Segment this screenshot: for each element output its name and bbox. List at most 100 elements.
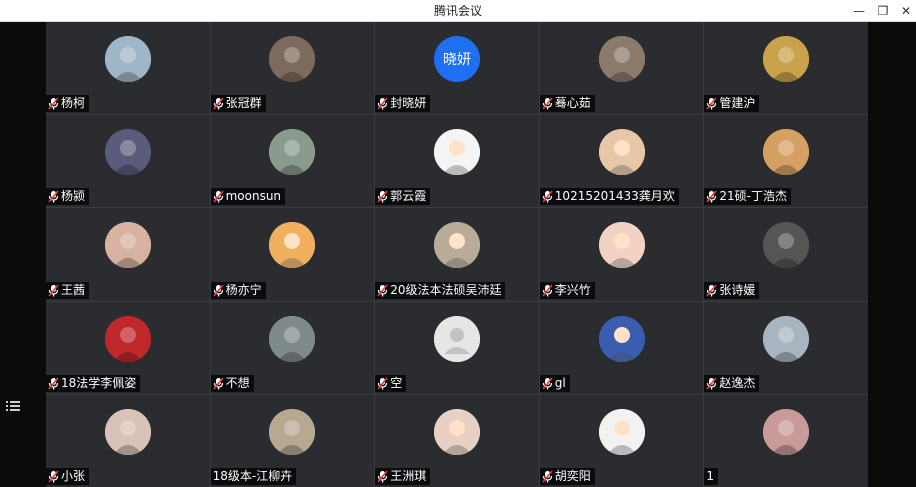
- participant-avatar: [269, 129, 316, 176]
- participant-tile[interactable]: 李兴竹: [539, 208, 704, 301]
- participant-avatar: [763, 408, 810, 455]
- participant-name-bar: 蓦心茹: [539, 95, 595, 113]
- left-panel: [0, 22, 46, 487]
- participant-name-bar: gl: [539, 374, 570, 392]
- participant-tile[interactable]: 张冠群: [210, 22, 375, 115]
- participant-tile[interactable]: 王茜: [46, 208, 210, 301]
- participant-avatar: 晓妍: [433, 36, 480, 82]
- participant-tile[interactable]: 管建沪: [704, 22, 868, 115]
- mic-muted-icon: [48, 284, 59, 297]
- participant-tile[interactable]: 空: [375, 301, 539, 394]
- participant-avatar: [598, 408, 645, 455]
- participant-name-bar: 张冠群: [210, 95, 266, 113]
- participant-name: 王洲琪: [390, 468, 427, 483]
- participant-avatar: [104, 315, 151, 362]
- participant-tile[interactable]: 1: [704, 394, 868, 487]
- participant-name-bar: 不想: [210, 374, 254, 392]
- participant-name: 蓦心茹: [554, 96, 591, 111]
- participant-tile[interactable]: 张诗媛: [704, 208, 868, 301]
- participant-name: 21硕-丁浩杰: [719, 189, 787, 204]
- mic-muted-icon: [377, 470, 388, 483]
- minimize-button[interactable]: —: [846, 0, 872, 22]
- mic-muted-icon: [542, 97, 553, 110]
- participant-avatar: [763, 315, 810, 362]
- participant-tile[interactable]: 18法学李佩姿: [46, 301, 210, 394]
- participant-tile[interactable]: 杨柯: [46, 22, 210, 115]
- participant-name: 郭云霞: [390, 189, 427, 204]
- participant-tile[interactable]: 杨颍: [46, 115, 210, 208]
- mic-muted-icon: [212, 97, 224, 110]
- participant-name: 杨颍: [61, 189, 86, 204]
- participant-avatar: [433, 408, 480, 455]
- participant-avatar: [104, 408, 151, 455]
- participant-avatar: [598, 222, 645, 269]
- mic-muted-icon: [212, 377, 224, 390]
- participant-name-bar: 封晓妍: [375, 95, 431, 113]
- participant-tile[interactable]: 晓妍 封晓妍: [375, 22, 539, 115]
- participant-name-bar: 杨柯: [46, 95, 90, 113]
- participant-tile[interactable]: 郭云霞: [375, 115, 539, 208]
- participant-avatar: [763, 222, 810, 269]
- participant-tile[interactable]: 杨亦宁: [210, 208, 375, 301]
- participant-tile[interactable]: moonsun: [210, 115, 375, 208]
- mic-muted-icon: [542, 190, 553, 203]
- participant-name-bar: 10215201433龚月欢: [539, 188, 679, 206]
- participant-grid: 杨柯 张冠群 晓妍 封晓妍 蓦心茹 管建沪 杨颍 moonsun 郭云霞 10215201433龚…: [46, 22, 868, 487]
- participant-tile[interactable]: 21硕-丁浩杰: [704, 115, 868, 208]
- list-icon[interactable]: [6, 399, 20, 413]
- participant-avatar: [104, 222, 151, 269]
- participant-name-bar: 郭云霞: [375, 188, 431, 206]
- participant-name: 张诗媛: [719, 282, 756, 297]
- participant-name: 李兴竹: [554, 282, 591, 297]
- mic-muted-icon: [706, 284, 718, 297]
- participant-tile[interactable]: 赵逸杰: [704, 301, 868, 394]
- participant-tile[interactable]: 18级本-江柳卉: [210, 394, 375, 487]
- participant-name-bar: 20级法本法硕吴沛廷: [375, 281, 506, 299]
- participant-tile[interactable]: 20级法本法硕吴沛廷: [375, 208, 539, 301]
- participant-name-bar: moonsun: [210, 188, 286, 206]
- participant-avatar: [763, 36, 810, 82]
- participant-name-bar: 18级本-江柳卉: [210, 467, 297, 485]
- participant-tile[interactable]: gl: [539, 301, 704, 394]
- participant-name: 空: [390, 375, 403, 390]
- participant-name-bar: 张诗媛: [704, 281, 760, 299]
- participant-name: 10215201433龚月欢: [554, 189, 675, 204]
- participant-name-bar: 李兴竹: [539, 281, 595, 299]
- participant-name: 管建沪: [719, 96, 756, 111]
- participant-name: 1: [706, 468, 715, 483]
- participant-avatar: [598, 315, 645, 362]
- mic-muted-icon: [212, 284, 224, 297]
- participant-name-bar: 小张: [46, 467, 90, 485]
- participant-name: 封晓妍: [390, 96, 427, 111]
- mic-muted-icon: [377, 284, 388, 297]
- participant-tile[interactable]: 小张: [46, 394, 210, 487]
- participant-avatar: [269, 315, 316, 362]
- participant-name: 18法学李佩姿: [61, 375, 137, 390]
- participant-name-bar: 杨颍: [46, 188, 90, 206]
- mic-muted-icon: [48, 470, 59, 483]
- participant-name-bar: 21硕-丁浩杰: [704, 188, 791, 206]
- participant-tile[interactable]: 不想: [210, 301, 375, 394]
- mic-muted-icon: [542, 284, 553, 297]
- participant-name: 张冠群: [225, 96, 262, 111]
- mic-muted-icon: [377, 377, 388, 390]
- participant-tile[interactable]: 胡奕阳: [539, 394, 704, 487]
- participant-name: 18级本-江柳卉: [212, 468, 293, 483]
- mic-muted-icon: [706, 190, 718, 203]
- participant-avatar: [104, 36, 151, 82]
- participant-tile[interactable]: 王洲琪: [375, 394, 539, 487]
- window-title: 腾讯会议: [433, 4, 482, 18]
- participant-avatar: [269, 36, 316, 82]
- participant-avatar: [269, 222, 316, 269]
- participant-tile[interactable]: 10215201433龚月欢: [539, 115, 704, 208]
- participant-name-bar: 1: [704, 467, 719, 485]
- participant-name-bar: 王洲琪: [375, 467, 431, 485]
- mic-muted-icon: [706, 97, 718, 110]
- mic-muted-icon: [48, 97, 59, 110]
- participant-name-bar: 管建沪: [704, 95, 760, 113]
- mic-muted-icon: [48, 190, 59, 203]
- participant-name: 不想: [225, 375, 250, 390]
- participant-tile[interactable]: 蓦心茹: [539, 22, 704, 115]
- close-button[interactable]: ✕: [893, 0, 916, 22]
- participant-avatar: [763, 129, 810, 176]
